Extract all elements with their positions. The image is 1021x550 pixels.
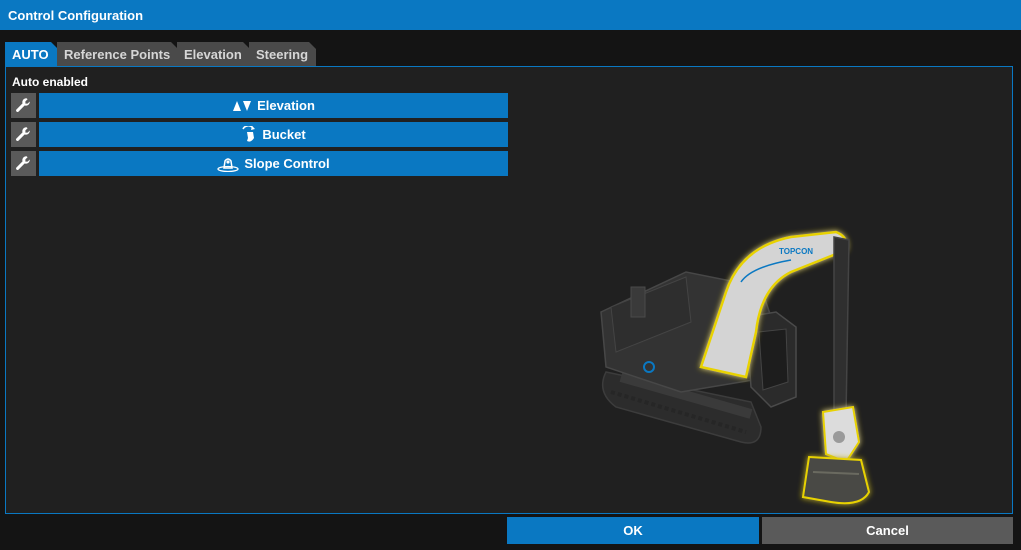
elevation-button[interactable]: Elevation bbox=[39, 93, 508, 118]
function-row-slope-control: Slope Control bbox=[11, 151, 508, 176]
function-row-bucket: Bucket bbox=[11, 122, 508, 147]
wrench-icon bbox=[15, 127, 30, 141]
wrench-icon bbox=[15, 98, 30, 112]
slope-control-icon bbox=[217, 157, 240, 172]
tab-label: Reference Points bbox=[64, 47, 171, 62]
title-bar: Control Configuration bbox=[0, 0, 1021, 30]
dialog-body: AUTO Reference Points Elevation Steering… bbox=[0, 30, 1021, 550]
slope-control-button-label: Slope Control bbox=[244, 156, 330, 171]
boom-brand-label: TOPCON bbox=[779, 247, 813, 256]
wrench-icon bbox=[15, 156, 30, 170]
slope-control-settings-button[interactable] bbox=[11, 151, 36, 176]
tab-label: Elevation bbox=[184, 47, 242, 62]
tab-elevation[interactable]: Elevation bbox=[177, 42, 250, 68]
function-row-elevation: Elevation bbox=[11, 93, 508, 118]
tab-reference-points[interactable]: Reference Points bbox=[57, 42, 178, 68]
tab-label: Steering bbox=[256, 47, 309, 62]
slope-control-button[interactable]: Slope Control bbox=[39, 151, 508, 176]
bucket-button-label: Bucket bbox=[262, 127, 306, 142]
elevation-button-label: Elevation bbox=[257, 98, 315, 113]
auto-panel: Auto enabled Elevation Bucket Slope Cont… bbox=[5, 66, 1013, 514]
window-title: Control Configuration bbox=[8, 8, 144, 23]
bucket-button[interactable]: Bucket bbox=[39, 122, 508, 147]
bucket-settings-button[interactable] bbox=[11, 122, 36, 147]
auto-enabled-label: Auto enabled bbox=[12, 75, 89, 89]
bucket-icon bbox=[242, 125, 256, 142]
tab-auto[interactable]: AUTO bbox=[5, 42, 58, 68]
ok-button[interactable]: OK bbox=[507, 517, 759, 544]
cancel-button[interactable]: Cancel bbox=[762, 517, 1013, 544]
elevation-arrows-icon bbox=[233, 100, 252, 111]
tab-steering[interactable]: Steering bbox=[249, 42, 316, 68]
elevation-settings-button[interactable] bbox=[11, 93, 36, 118]
tab-label: AUTO bbox=[12, 47, 49, 62]
excavator-illustration: TOPCON bbox=[600, 230, 871, 505]
